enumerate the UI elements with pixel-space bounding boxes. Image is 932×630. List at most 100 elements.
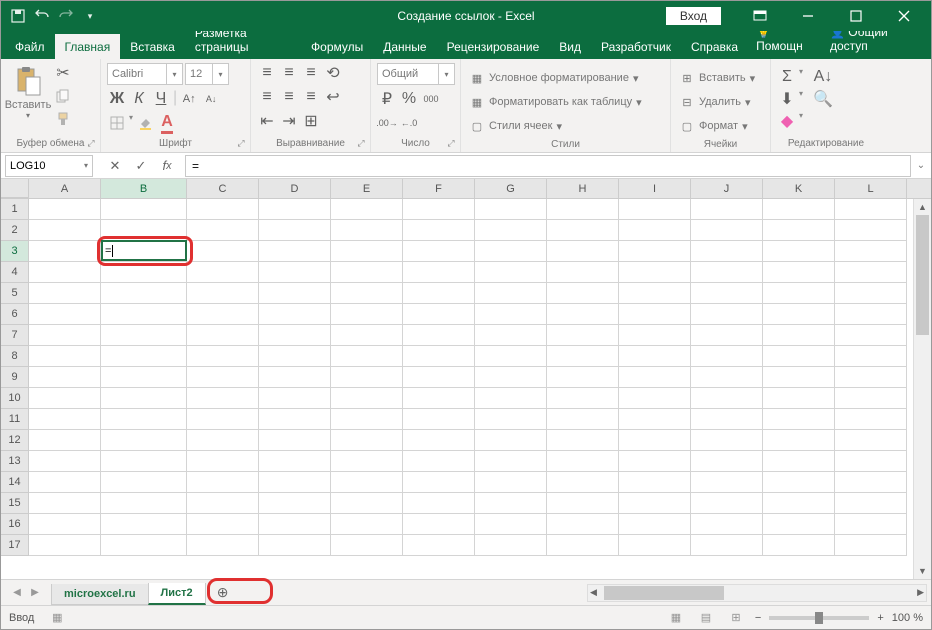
- cell[interactable]: [331, 451, 403, 472]
- col-header-A[interactable]: A: [29, 179, 101, 198]
- cell[interactable]: [691, 472, 763, 493]
- conditional-formatting-button[interactable]: ▦Условное форматирование ▾: [467, 67, 640, 89]
- tab-formulas[interactable]: Формулы: [301, 34, 373, 59]
- cell[interactable]: [763, 283, 835, 304]
- cell[interactable]: [547, 367, 619, 388]
- cell[interactable]: [619, 283, 691, 304]
- decrease-decimal-icon[interactable]: ←.0: [399, 113, 419, 133]
- number-launcher-icon[interactable]: ⤢: [444, 136, 458, 150]
- cell[interactable]: [619, 535, 691, 556]
- cell[interactable]: [331, 367, 403, 388]
- cell[interactable]: [835, 220, 907, 241]
- cell[interactable]: [331, 409, 403, 430]
- cell[interactable]: [763, 304, 835, 325]
- increase-indent-icon[interactable]: ⇥: [279, 111, 299, 131]
- cell[interactable]: [691, 514, 763, 535]
- cell[interactable]: [835, 325, 907, 346]
- tab-home[interactable]: Главная: [55, 34, 121, 59]
- cell[interactable]: [763, 451, 835, 472]
- currency-icon[interactable]: ₽: [377, 89, 397, 109]
- cell[interactable]: [403, 409, 475, 430]
- vscroll-thumb[interactable]: [916, 215, 929, 335]
- cell[interactable]: [101, 388, 187, 409]
- cell[interactable]: [403, 346, 475, 367]
- cell[interactable]: [691, 451, 763, 472]
- format-painter-icon[interactable]: [53, 109, 73, 129]
- cell[interactable]: [259, 388, 331, 409]
- cell[interactable]: [187, 430, 259, 451]
- cell[interactable]: [835, 535, 907, 556]
- cell[interactable]: [403, 472, 475, 493]
- page-break-view-icon[interactable]: ⊞: [725, 609, 747, 627]
- cell[interactable]: [547, 514, 619, 535]
- col-header-G[interactable]: G: [475, 179, 547, 198]
- cell[interactable]: [691, 199, 763, 220]
- cell[interactable]: [101, 493, 187, 514]
- cell[interactable]: [29, 493, 101, 514]
- cell[interactable]: [691, 493, 763, 514]
- cell[interactable]: [259, 304, 331, 325]
- align-bottom-icon[interactable]: ≡: [301, 63, 321, 83]
- cell[interactable]: [691, 325, 763, 346]
- cell[interactable]: [259, 346, 331, 367]
- align-top-icon[interactable]: ≡: [257, 63, 277, 83]
- col-header-K[interactable]: K: [763, 179, 835, 198]
- cell[interactable]: [29, 262, 101, 283]
- decrease-indent-icon[interactable]: ⇤: [257, 111, 277, 131]
- add-sheet-icon[interactable]: ⊕: [211, 581, 235, 605]
- cell-styles-button[interactable]: ▢Стили ячеек ▾: [467, 115, 564, 137]
- cell[interactable]: [29, 346, 101, 367]
- zoom-in-icon[interactable]: +: [877, 612, 883, 624]
- tab-insert[interactable]: Вставка: [120, 34, 185, 59]
- cell[interactable]: [187, 241, 259, 262]
- cell[interactable]: [763, 241, 835, 262]
- row-header-12[interactable]: 12: [1, 430, 29, 451]
- insert-cells-button[interactable]: ⊞Вставить ▾: [677, 67, 757, 89]
- cell[interactable]: [403, 199, 475, 220]
- sheet-tab-2[interactable]: Лист2: [148, 583, 206, 605]
- cell[interactable]: [691, 430, 763, 451]
- cell[interactable]: [691, 367, 763, 388]
- cell[interactable]: [331, 241, 403, 262]
- cell[interactable]: [835, 346, 907, 367]
- minimize-icon[interactable]: [785, 1, 831, 31]
- cell[interactable]: [691, 388, 763, 409]
- cell[interactable]: [29, 409, 101, 430]
- cell[interactable]: [547, 220, 619, 241]
- cell[interactable]: [547, 262, 619, 283]
- align-center-icon[interactable]: ≡: [279, 87, 299, 107]
- cell[interactable]: [763, 535, 835, 556]
- cell[interactable]: [835, 514, 907, 535]
- cell[interactable]: [101, 472, 187, 493]
- cell[interactable]: [619, 493, 691, 514]
- row-header-13[interactable]: 13: [1, 451, 29, 472]
- cell[interactable]: [835, 283, 907, 304]
- cell[interactable]: [475, 220, 547, 241]
- cell[interactable]: [29, 430, 101, 451]
- cell[interactable]: [101, 430, 187, 451]
- cell[interactable]: [763, 493, 835, 514]
- cell[interactable]: [403, 283, 475, 304]
- cell[interactable]: [763, 388, 835, 409]
- cell[interactable]: [101, 325, 187, 346]
- maximize-icon[interactable]: [833, 1, 879, 31]
- qat-dropdown-icon[interactable]: ▾: [81, 7, 99, 25]
- cell[interactable]: [259, 283, 331, 304]
- cell[interactable]: [403, 304, 475, 325]
- cell[interactable]: [475, 472, 547, 493]
- col-header-F[interactable]: F: [403, 179, 475, 198]
- cell[interactable]: [403, 514, 475, 535]
- col-header-E[interactable]: E: [331, 179, 403, 198]
- cell[interactable]: [691, 304, 763, 325]
- select-all-button[interactable]: [1, 179, 29, 198]
- cell[interactable]: [187, 409, 259, 430]
- cell[interactable]: [29, 220, 101, 241]
- col-header-H[interactable]: H: [547, 179, 619, 198]
- cell[interactable]: [691, 283, 763, 304]
- cell[interactable]: [187, 283, 259, 304]
- cell[interactable]: [691, 241, 763, 262]
- name-box[interactable]: LOG10▾: [5, 155, 93, 177]
- cell[interactable]: [763, 262, 835, 283]
- font-launcher-icon[interactable]: ⤢: [234, 136, 248, 150]
- underline-button[interactable]: Ч: [151, 89, 171, 109]
